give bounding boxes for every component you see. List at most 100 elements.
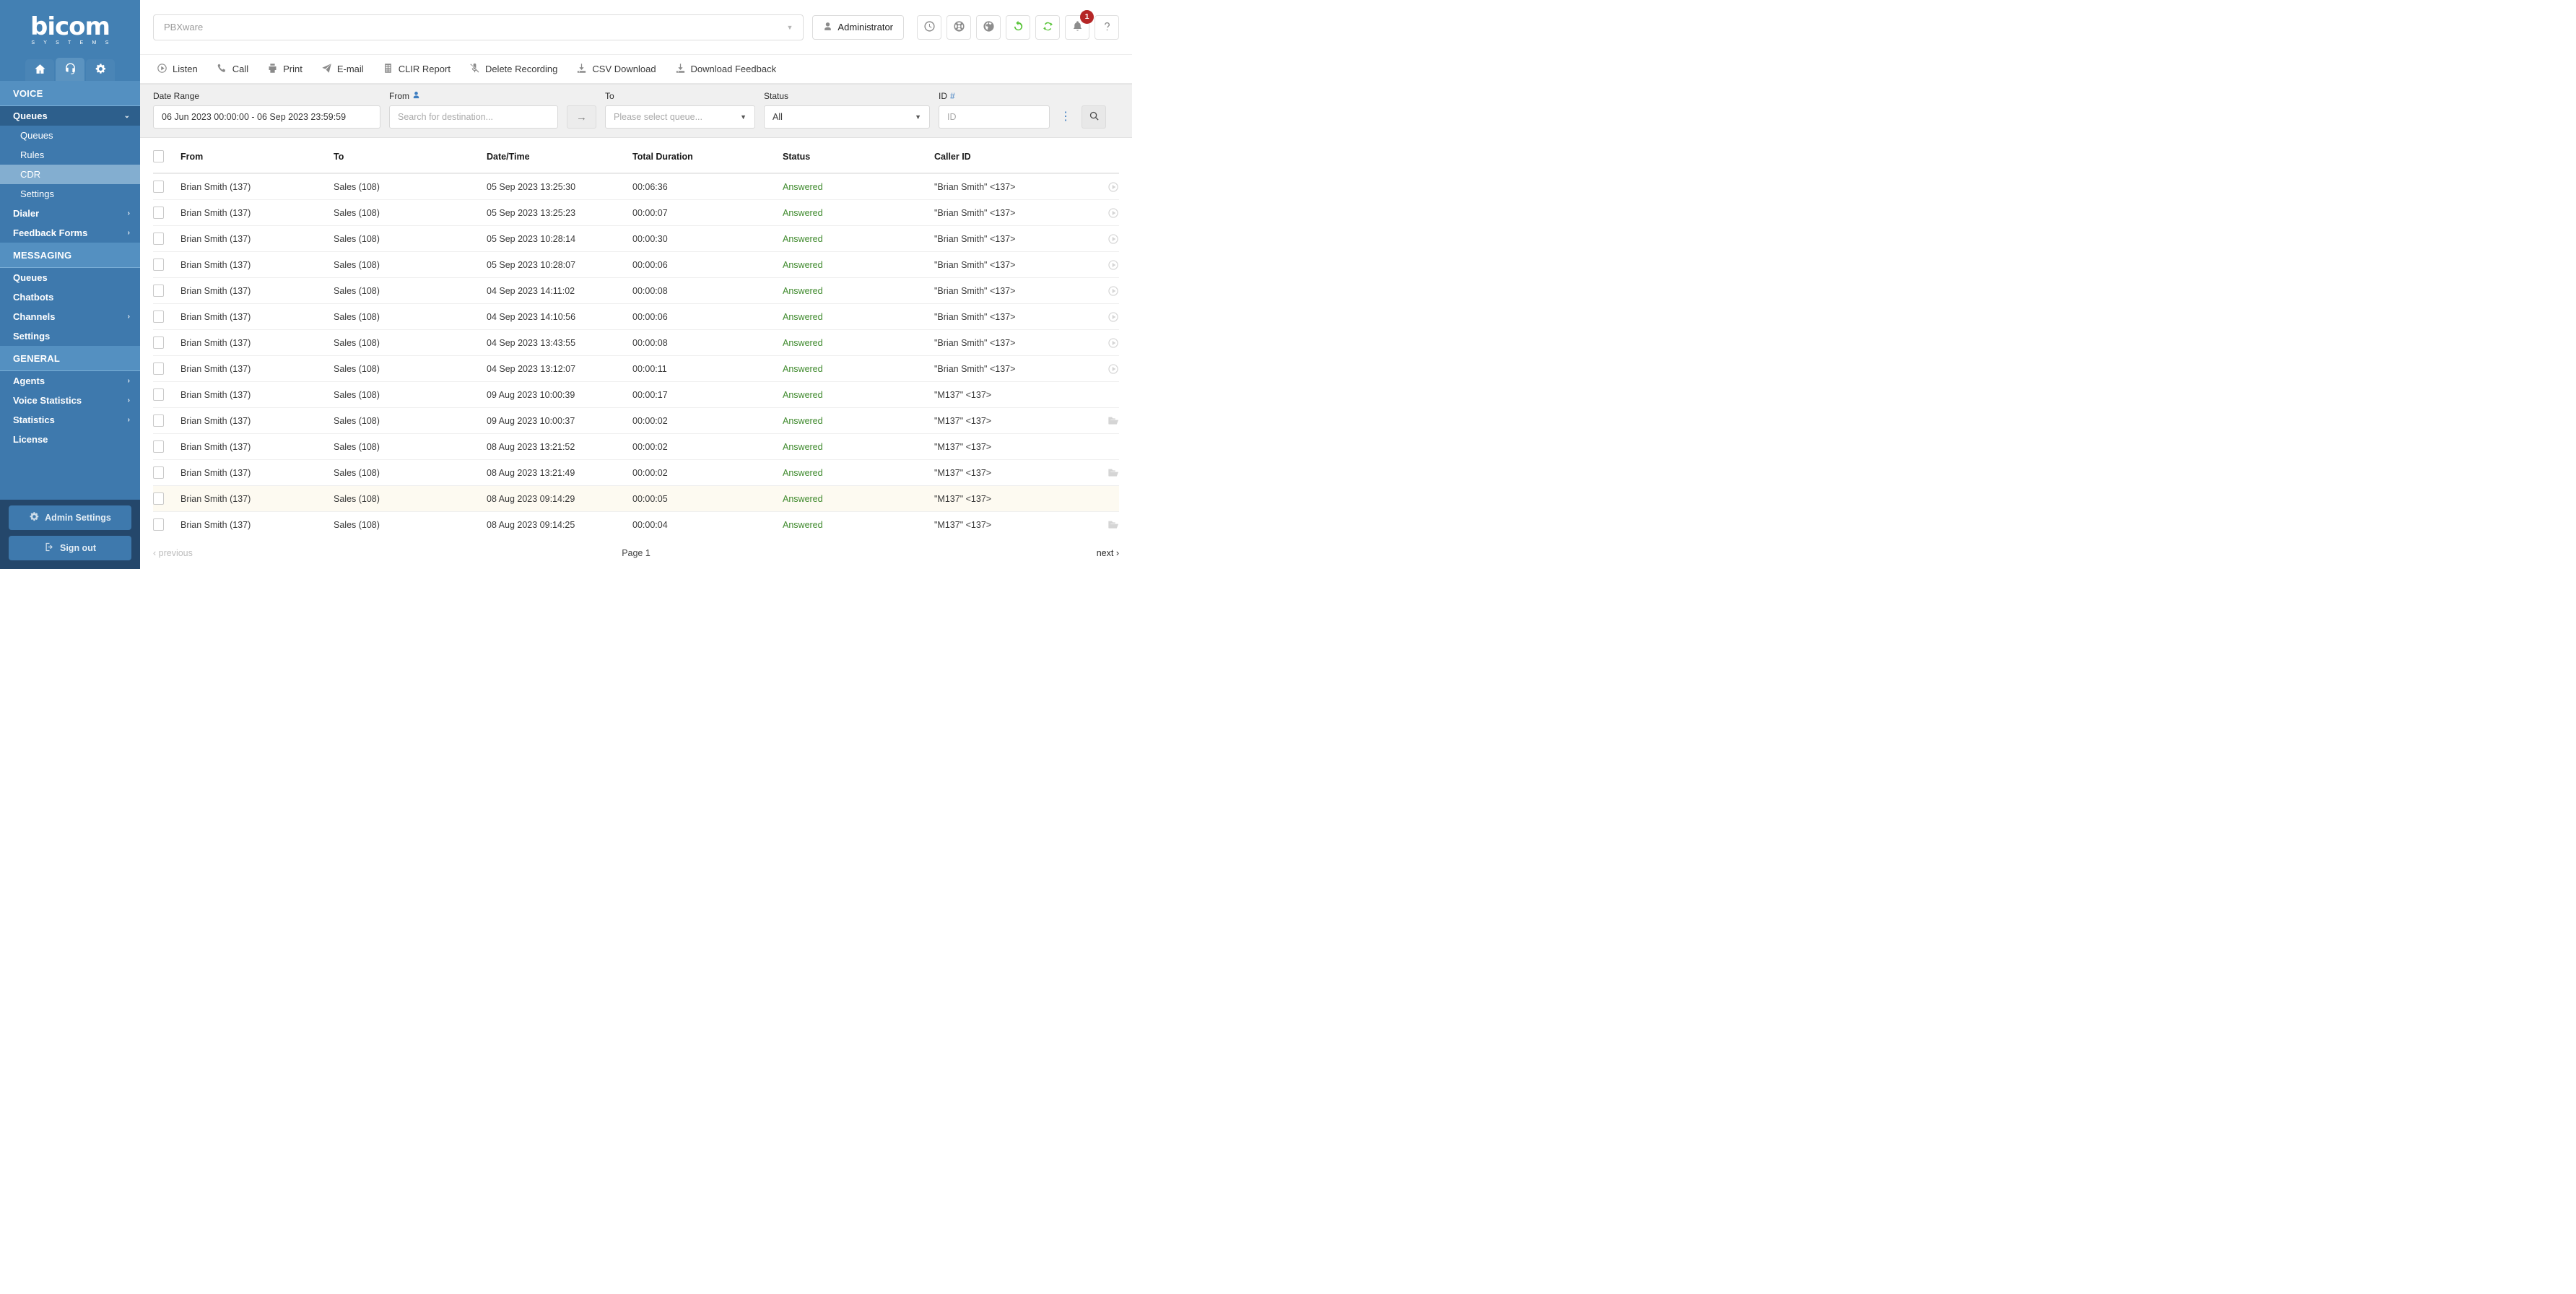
delete-recording-button[interactable]: Delete Recording bbox=[460, 63, 567, 76]
email-button[interactable]: E-mail bbox=[312, 63, 373, 76]
table-row[interactable]: Brian Smith (137) Sales (108) 09 Aug 2023 … bbox=[153, 407, 1119, 434]
from-input[interactable]: Search for destination... bbox=[389, 105, 558, 129]
row-checkbox[interactable] bbox=[153, 362, 164, 375]
sync-button[interactable] bbox=[1035, 14, 1060, 40]
clock-button[interactable] bbox=[917, 14, 941, 40]
help-button[interactable] bbox=[1095, 14, 1119, 40]
play-circle-icon[interactable] bbox=[1089, 311, 1119, 323]
column-status[interactable]: Status bbox=[783, 138, 934, 174]
select-all-checkbox[interactable] bbox=[153, 150, 164, 162]
user-menu-button[interactable]: Administrator bbox=[812, 14, 904, 40]
table-row[interactable]: Brian Smith (137) Sales (108) 08 Aug 2023 … bbox=[153, 511, 1119, 537]
play-circle-icon[interactable] bbox=[1089, 259, 1119, 271]
id-input[interactable]: ID bbox=[939, 105, 1050, 129]
refresh-button[interactable] bbox=[1006, 14, 1030, 40]
row-checkbox[interactable] bbox=[153, 259, 164, 271]
sidebar-item-statistics[interactable]: Statistics › bbox=[0, 410, 140, 430]
table-row[interactable]: Brian Smith (137) Sales (108) 04 Sep 2023 … bbox=[153, 303, 1119, 330]
row-checkbox[interactable] bbox=[153, 388, 164, 401]
table-row[interactable]: Brian Smith (137) Sales (108) 04 Sep 2023 … bbox=[153, 329, 1119, 356]
csv-download-button[interactable]: CSV Download bbox=[567, 63, 665, 76]
download-feedback-button[interactable]: Download Feedback bbox=[666, 63, 786, 76]
sidebar-item-queues-voice[interactable]: Queues ⌄ bbox=[0, 106, 140, 126]
row-checkbox[interactable] bbox=[153, 181, 164, 193]
table-row[interactable]: Brian Smith (137) Sales (108) 05 Sep 2023 … bbox=[153, 225, 1119, 252]
nav-tab-voice[interactable] bbox=[56, 58, 84, 81]
listen-button[interactable]: Listen bbox=[147, 63, 207, 76]
support-button[interactable] bbox=[947, 14, 971, 40]
sidebar-item-channels[interactable]: Channels › bbox=[0, 307, 140, 326]
row-checkbox[interactable] bbox=[153, 207, 164, 219]
column-total-duration[interactable]: Total Duration bbox=[632, 138, 783, 174]
more-options-button[interactable]: ⋮ bbox=[1058, 105, 1073, 129]
folder-icon[interactable] bbox=[1089, 519, 1119, 531]
sidebar-item-messaging-queues[interactable]: Queues bbox=[0, 268, 140, 287]
sidebar-item-voice-rules[interactable]: Rules bbox=[0, 145, 140, 165]
admin-settings-button[interactable]: Admin Settings bbox=[9, 505, 131, 530]
row-checkbox[interactable] bbox=[153, 518, 164, 531]
direction-arrow-button[interactable]: → bbox=[567, 105, 596, 129]
cell-caller-id: "M137" <137> bbox=[934, 485, 1089, 512]
table-row[interactable]: Brian Smith (137) Sales (108) 04 Sep 2023 … bbox=[153, 277, 1119, 304]
row-checkbox[interactable] bbox=[153, 233, 164, 245]
table-row[interactable]: Brian Smith (137) Sales (108) 04 Sep 2023 … bbox=[153, 355, 1119, 382]
folder-icon[interactable] bbox=[1089, 467, 1119, 479]
nav-tab-settings[interactable] bbox=[86, 59, 115, 81]
table-row[interactable]: Brian Smith (137) Sales (108) 08 Aug 2023 … bbox=[153, 459, 1119, 486]
play-circle-icon[interactable] bbox=[1089, 207, 1119, 219]
table-row[interactable]: Brian Smith (137) Sales (108) 08 Aug 2023 … bbox=[153, 433, 1119, 460]
table-row[interactable]: Brian Smith (137) Sales (108) 05 Sep 2023 … bbox=[153, 251, 1119, 278]
play-circle-icon[interactable] bbox=[1089, 363, 1119, 375]
play-circle-icon[interactable] bbox=[1089, 181, 1119, 193]
column-datetime[interactable]: Date/Time bbox=[487, 138, 632, 174]
row-checkbox[interactable] bbox=[153, 466, 164, 479]
sidebar-item-dialer[interactable]: Dialer › bbox=[0, 204, 140, 223]
server-select[interactable]: PBXware ▼ bbox=[153, 14, 804, 40]
table-row[interactable]: Brian Smith (137) Sales (108) 05 Sep 2023 … bbox=[153, 173, 1119, 200]
previous-page-button[interactable]: ‹ previous bbox=[153, 548, 193, 558]
sidebar-item-voice-cdr[interactable]: CDR bbox=[0, 165, 140, 184]
folder-icon[interactable] bbox=[1089, 415, 1119, 427]
row-checkbox[interactable] bbox=[153, 492, 164, 505]
language-button[interactable] bbox=[976, 14, 1001, 40]
sidebar-item-license[interactable]: License bbox=[0, 430, 140, 449]
column-from[interactable]: From bbox=[180, 138, 334, 174]
to-select[interactable]: Please select queue... ▼ bbox=[605, 105, 755, 129]
sidebar-item-label: Agents bbox=[13, 375, 45, 386]
play-circle-icon[interactable] bbox=[1089, 233, 1119, 245]
sidebar-item-chatbots[interactable]: Chatbots bbox=[0, 287, 140, 307]
play-circle-icon[interactable] bbox=[1089, 337, 1119, 349]
sidebar-item-agents[interactable]: Agents › bbox=[0, 371, 140, 391]
status-select[interactable]: All ▼ bbox=[764, 105, 930, 129]
call-button[interactable]: Call bbox=[207, 63, 258, 76]
column-caller-id[interactable]: Caller ID bbox=[934, 138, 1089, 174]
row-checkbox[interactable] bbox=[153, 336, 164, 349]
table-row[interactable]: Brian Smith (137) Sales (108) 09 Aug 2023 … bbox=[153, 381, 1119, 408]
notifications-button[interactable]: 1 bbox=[1065, 9, 1094, 40]
sidebar-item-voice-statistics[interactable]: Voice Statistics › bbox=[0, 391, 140, 410]
table-row[interactable]: Brian Smith (137) Sales (108) 05 Sep 2023 … bbox=[153, 199, 1119, 226]
date-range-input[interactable]: 06 Jun 2023 00:00:00 - 06 Sep 2023 23:59… bbox=[153, 105, 380, 129]
row-checkbox[interactable] bbox=[153, 440, 164, 453]
cell-status: Answered bbox=[783, 329, 934, 356]
sidebar-item-messaging-settings[interactable]: Settings bbox=[0, 326, 140, 346]
csv-download-label: CSV Download bbox=[592, 64, 656, 74]
column-to[interactable]: To bbox=[334, 138, 487, 174]
print-button[interactable]: Print bbox=[258, 63, 312, 76]
sidebar-item-voice-queues[interactable]: Queues bbox=[0, 126, 140, 145]
sidebar-nav-tabs bbox=[0, 55, 140, 81]
next-page-button[interactable]: next › bbox=[1097, 548, 1119, 558]
row-checkbox[interactable] bbox=[153, 414, 164, 427]
row-select-cell bbox=[153, 173, 180, 200]
search-button[interactable] bbox=[1082, 105, 1106, 129]
play-circle-icon[interactable] bbox=[1089, 285, 1119, 297]
row-checkbox[interactable] bbox=[153, 311, 164, 323]
sidebar-item-feedback-forms[interactable]: Feedback Forms › bbox=[0, 223, 140, 243]
clir-report-button[interactable]: CLIR Report bbox=[373, 63, 460, 76]
table-row[interactable]: Brian Smith (137) Sales (108) 08 Aug 2023 … bbox=[153, 485, 1119, 512]
row-select-cell bbox=[153, 277, 180, 304]
nav-tab-home[interactable] bbox=[25, 59, 54, 81]
row-checkbox[interactable] bbox=[153, 285, 164, 297]
sidebar-item-voice-settings[interactable]: Settings bbox=[0, 184, 140, 204]
sign-out-button[interactable]: Sign out bbox=[9, 536, 131, 560]
